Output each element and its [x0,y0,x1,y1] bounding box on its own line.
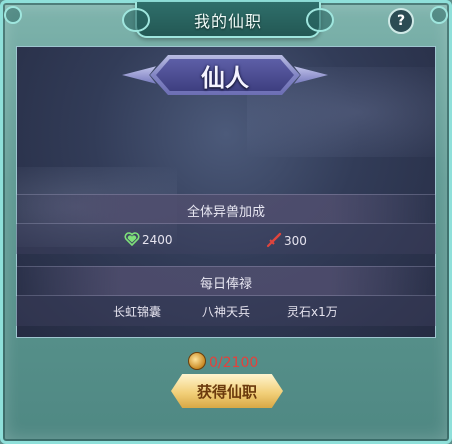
salary-item: 八神天兵 [202,305,251,319]
corner-ornament-top-left [4,6,22,24]
stat-health-value: 2400 [142,233,173,247]
window-title: 我的仙职 [193,12,262,31]
help-button[interactable]: ? [388,8,414,34]
rank-name: 仙人 [201,64,249,92]
corner-ornament-top-right [430,6,448,24]
bonus-heading: 全体异兽加成 [186,205,265,220]
cost-display: 0/2100 [188,352,258,372]
salary-item: 长虹锦囊 [113,305,162,319]
title-bar: 我的仙职 [135,2,321,38]
stat-attack: 300 [266,232,307,248]
salary-header: 每日俸禄 [16,266,436,296]
stat-health: 2400 [124,232,173,247]
heart-icon [124,232,140,246]
salary-heading: 每日俸禄 [199,277,252,292]
bonus-header: 全体异兽加成 [16,194,436,224]
title-ornament-left [122,8,150,32]
sword-icon [266,232,282,248]
salary-item: 灵石x1万 [287,305,338,319]
bonus-row [16,224,436,254]
obtain-rank-button-label[interactable]: 获得仙职 [171,381,283,402]
title-ornament-right [306,8,334,32]
cost-value: 0/2100 [209,355,259,371]
coin-icon [188,352,206,370]
stat-attack-value: 300 [284,234,307,248]
